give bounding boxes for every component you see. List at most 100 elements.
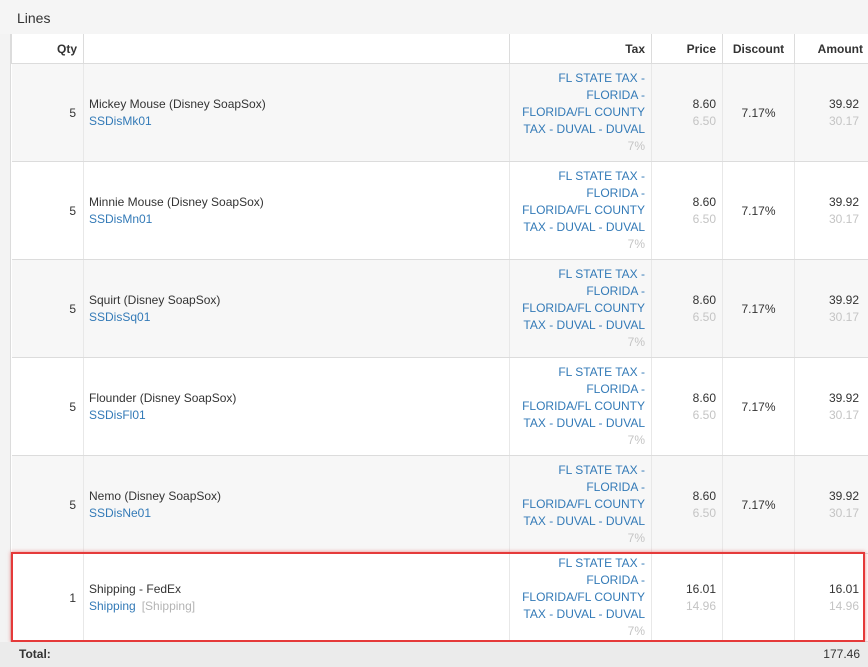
price-sub-value: 6.50: [692, 113, 716, 128]
line-amount: 39.92 30.17: [794, 455, 868, 554]
line-amount: 16.01 14.96: [794, 553, 868, 642]
tax-rate: 7%: [627, 139, 645, 153]
tax-rate: 7%: [627, 531, 645, 545]
tax-line[interactable]: FL STATE TAX -: [510, 168, 645, 185]
tax-line[interactable]: FLORIDA/FL COUNTY: [510, 496, 645, 513]
shipping-row: 1 Shipping - FedEx Shipping [Shipping] FL ST…: [11, 553, 868, 642]
item-name: Flounder (Disney SoapSox): [89, 390, 237, 405]
line-tax: FL STATE TAX - FLORIDA - FLORIDA/FL COUNTY…: [509, 553, 652, 642]
amount-value: 39.92: [828, 488, 859, 503]
amount-sub-value: 30.17: [828, 309, 859, 324]
price-sub-value: 14.96: [685, 598, 716, 613]
line-amount: 39.92 30.17: [794, 63, 868, 162]
column-header-qty[interactable]: Qty: [11, 34, 84, 64]
tax-rate: 7%: [627, 624, 645, 638]
line-tax: FL STATE TAX - FLORIDA - FLORIDA/FL COUNTY…: [509, 455, 652, 554]
table-row: 5 Squirt (Disney SoapSox) SSDisSq01 FL STAT…: [11, 259, 868, 358]
amount-sub-value: 14.96: [828, 598, 859, 613]
item-sku-link[interactable]: SSDisNe01: [89, 505, 509, 522]
tax-rate: 7%: [627, 237, 645, 251]
tax-line[interactable]: FL STATE TAX -: [510, 462, 645, 479]
amount-value: 39.92: [828, 96, 859, 111]
tax-line[interactable]: FL STATE TAX -: [510, 555, 645, 572]
item-name: Shipping - FedEx: [89, 581, 182, 596]
item-sku-link[interactable]: SSDisSq01: [89, 309, 509, 326]
price-value: 8.60: [692, 390, 716, 405]
total-value: 177.46: [823, 647, 860, 661]
panel-title: Lines: [17, 10, 51, 26]
tax-line[interactable]: FLORIDA -: [510, 283, 645, 300]
tax-line[interactable]: FLORIDA -: [510, 185, 645, 202]
line-discount: 7.17%: [722, 259, 795, 358]
tax-line[interactable]: FLORIDA/FL COUNTY: [510, 398, 645, 415]
tax-line[interactable]: FL STATE TAX -: [510, 266, 645, 283]
tax-line[interactable]: FLORIDA -: [510, 479, 645, 496]
line-tax: FL STATE TAX - FLORIDA - FLORIDA/FL COUNTY…: [509, 357, 652, 456]
item-sku-link[interactable]: SSDisFl01: [89, 407, 509, 424]
line-discount: 7.17%: [722, 161, 795, 260]
tax-line[interactable]: TAX - DUVAL - DUVAL: [510, 606, 645, 623]
line-tax: FL STATE TAX - FLORIDA - FLORIDA/FL COUNTY…: [509, 63, 652, 162]
lines-table: Qty Tax Price Discount Amount 5 Mickey Mo…: [11, 34, 868, 642]
price-value: 8.60: [692, 488, 716, 503]
item-name: Minnie Mouse (Disney SoapSox): [89, 194, 264, 209]
amount-value: 39.92: [828, 292, 859, 307]
item-name: Mickey Mouse (Disney SoapSox): [89, 96, 266, 111]
amount-sub-value: 30.17: [828, 407, 859, 422]
amount-value: 16.01: [828, 581, 859, 596]
line-price: 8.60 6.50: [651, 63, 723, 162]
line-item: Minnie Mouse (Disney SoapSox) SSDisMn01: [83, 161, 510, 260]
line-qty: 5: [11, 259, 84, 358]
line-qty: 5: [11, 63, 84, 162]
item-name: Squirt (Disney SoapSox): [89, 292, 221, 307]
line-tax: FL STATE TAX - FLORIDA - FLORIDA/FL COUNTY…: [509, 259, 652, 358]
column-header-amount[interactable]: Amount: [794, 34, 868, 64]
table-row: 5 Flounder (Disney SoapSox) SSDisFl01 FL ST…: [11, 357, 868, 456]
lines-table-container: Qty Tax Price Discount Amount 5 Mickey Mo…: [10, 34, 868, 642]
tax-line[interactable]: FLORIDA -: [510, 381, 645, 398]
tax-line[interactable]: FLORIDA/FL COUNTY: [510, 104, 645, 121]
shipping-link[interactable]: Shipping: [89, 599, 136, 613]
amount-sub-value: 30.17: [828, 505, 859, 520]
column-header-price[interactable]: Price: [651, 34, 723, 64]
line-amount: 39.92 30.17: [794, 259, 868, 358]
price-value: 16.01: [685, 581, 716, 596]
price-sub-value: 6.50: [692, 407, 716, 422]
line-qty: 5: [11, 357, 84, 456]
line-discount: 7.17%: [722, 63, 795, 162]
tax-line[interactable]: TAX - DUVAL - DUVAL: [510, 317, 645, 334]
line-item: Nemo (Disney SoapSox) SSDisNe01: [83, 455, 510, 554]
shipping-tag: [Shipping]: [141, 598, 196, 613]
line-tax: FL STATE TAX - FLORIDA - FLORIDA/FL COUNTY…: [509, 161, 652, 260]
price-value: 8.60: [692, 292, 716, 307]
tax-rate: 7%: [627, 335, 645, 349]
table-row: 5 Mickey Mouse (Disney SoapSox) SSDisMk01 F…: [11, 63, 868, 162]
line-item: Flounder (Disney SoapSox) SSDisFl01: [83, 357, 510, 456]
item-sku-link[interactable]: SSDisMk01: [89, 113, 509, 130]
tax-line[interactable]: FLORIDA/FL COUNTY: [510, 202, 645, 219]
line-discount: [722, 553, 795, 642]
tax-line[interactable]: FLORIDA -: [510, 572, 645, 589]
table-header-row: Qty Tax Price Discount Amount: [11, 34, 868, 64]
line-price: 8.60 6.50: [651, 161, 723, 260]
amount-sub-value: 30.17: [828, 113, 859, 128]
tax-line[interactable]: TAX - DUVAL - DUVAL: [510, 415, 645, 432]
amount-value: 39.92: [828, 194, 859, 209]
line-qty: 5: [11, 455, 84, 554]
tax-line[interactable]: TAX - DUVAL - DUVAL: [510, 121, 645, 138]
tax-line[interactable]: FL STATE TAX -: [510, 70, 645, 87]
line-discount: 7.17%: [722, 455, 795, 554]
item-sku-link[interactable]: SSDisMn01: [89, 211, 509, 228]
tax-line[interactable]: TAX - DUVAL - DUVAL: [510, 219, 645, 236]
tax-line[interactable]: FLORIDA/FL COUNTY: [510, 300, 645, 317]
price-sub-value: 6.50: [692, 505, 716, 520]
line-price: 16.01 14.96: [651, 553, 723, 642]
tax-line[interactable]: FLORIDA -: [510, 87, 645, 104]
tax-line[interactable]: FLORIDA/FL COUNTY: [510, 589, 645, 606]
tax-line[interactable]: FL STATE TAX -: [510, 364, 645, 381]
column-header-discount[interactable]: Discount: [722, 34, 795, 64]
table-row: 5 Nemo (Disney SoapSox) SSDisNe01 FL STATE …: [11, 455, 868, 554]
column-header-tax[interactable]: Tax: [509, 34, 652, 64]
line-price: 8.60 6.50: [651, 357, 723, 456]
tax-line[interactable]: TAX - DUVAL - DUVAL: [510, 513, 645, 530]
